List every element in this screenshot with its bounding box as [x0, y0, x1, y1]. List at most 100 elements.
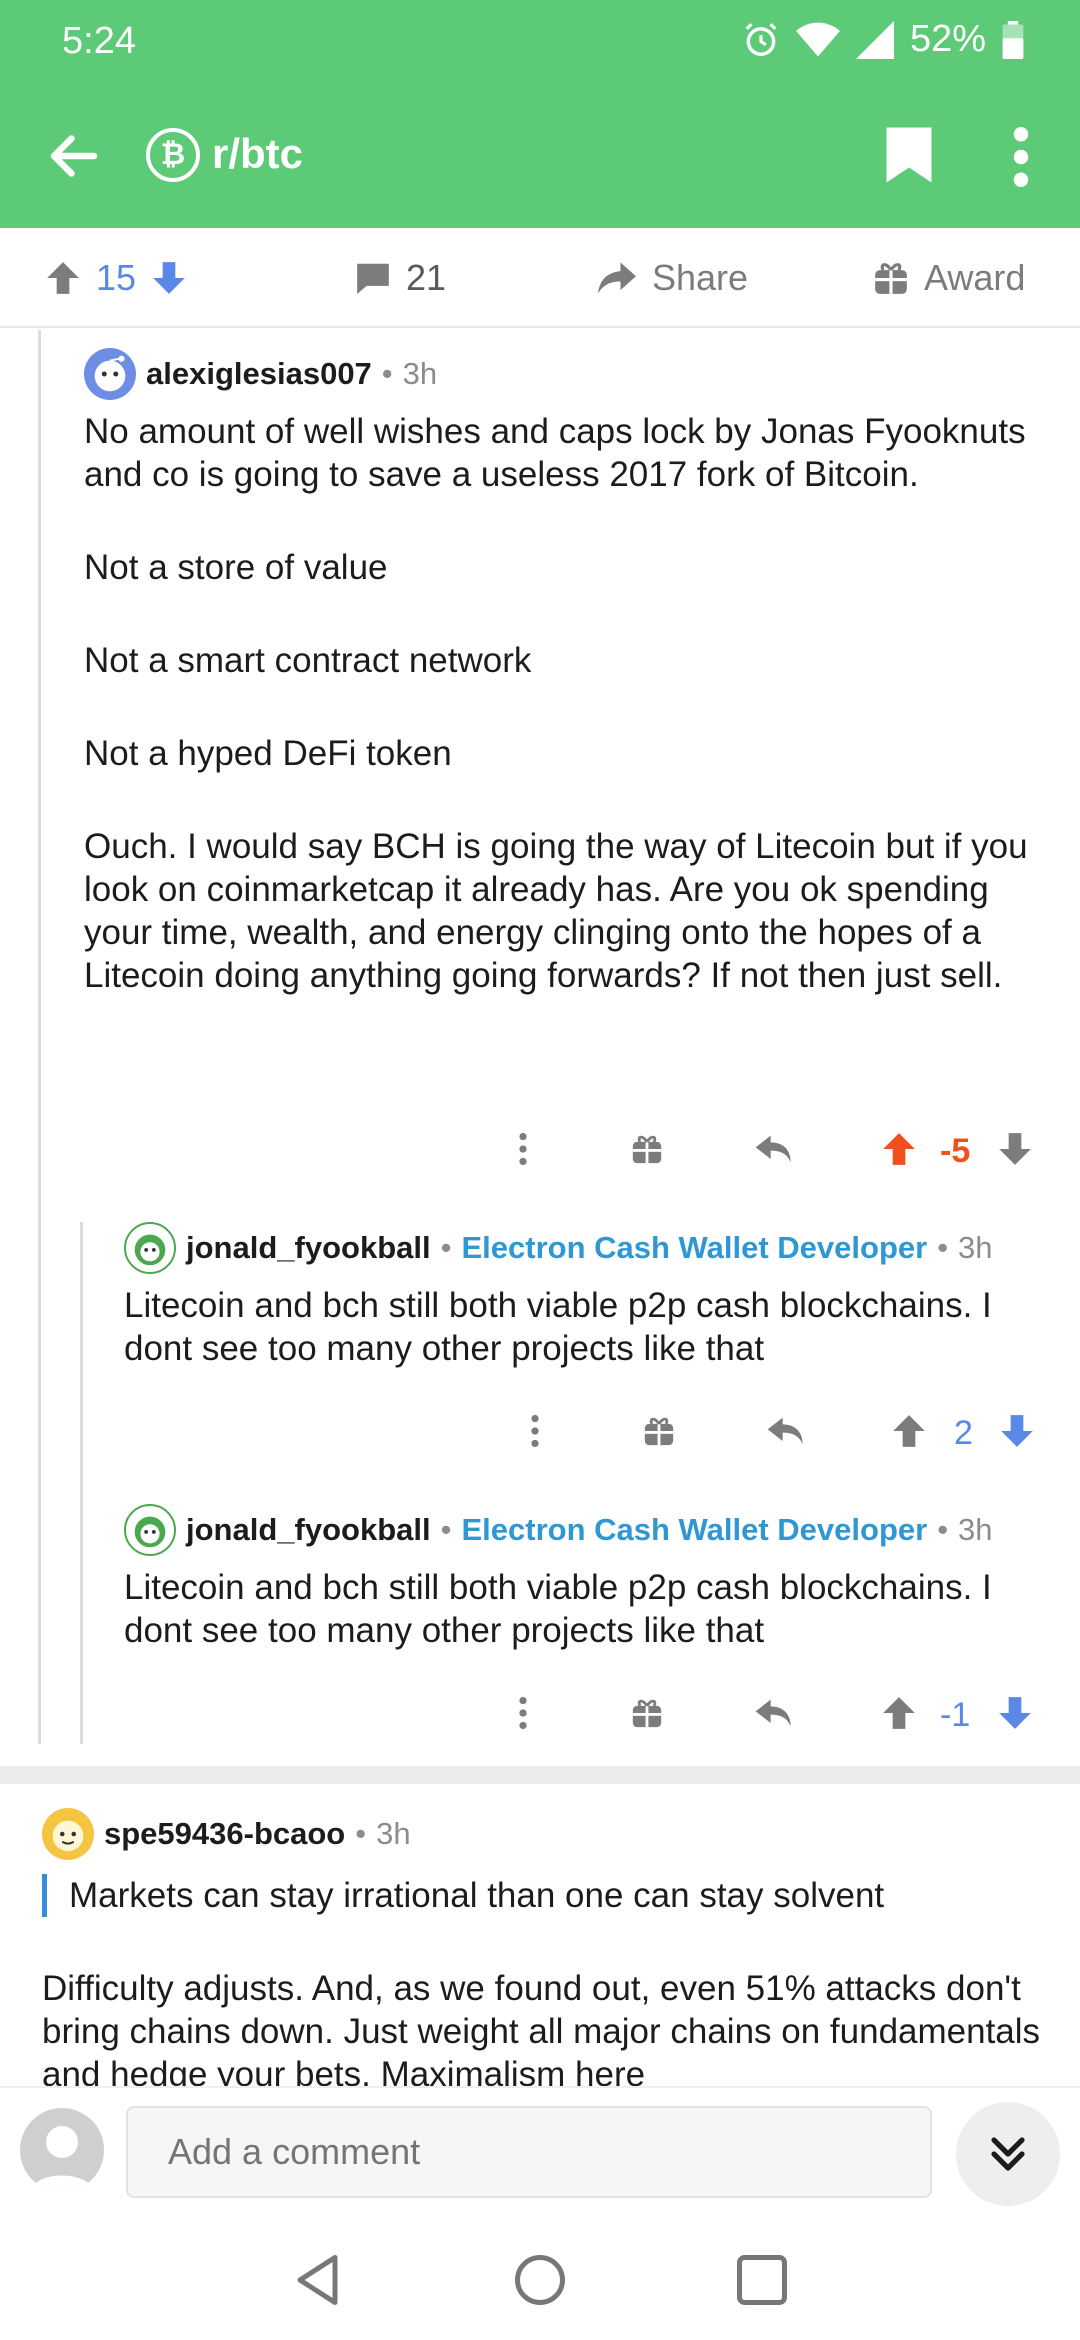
bookmark-icon[interactable]	[884, 124, 934, 186]
upvote-icon[interactable]	[44, 259, 82, 297]
alarm-icon	[745, 22, 777, 56]
nav-back-icon[interactable]	[290, 2250, 350, 2310]
comment-score: -5	[940, 1132, 971, 1170]
comment-username[interactable]: alexiglesias007	[146, 356, 372, 392]
share-label: Share	[652, 257, 749, 298]
user-silhouette-icon	[30, 2126, 94, 2192]
snoo-avatar-icon	[134, 1234, 166, 1266]
upvote-icon[interactable]	[880, 1130, 918, 1168]
post-action-bar: 15 21 Share Award	[0, 228, 1080, 328]
separator-dot: •	[355, 1816, 367, 1851]
comment-age: 3h	[958, 1230, 993, 1265]
upvote-icon[interactable]	[880, 1694, 918, 1732]
comment-body: Litecoin and bch still both viable p2p c…	[124, 1568, 992, 1650]
award-button[interactable]: Award	[872, 228, 1025, 328]
comment-icon	[357, 263, 389, 294]
back-arrow-icon[interactable]	[44, 126, 104, 186]
chevron-double-down-icon	[991, 2137, 1025, 2171]
avatar[interactable]	[124, 1504, 176, 1556]
comment-paragraph: Not a smart contract network	[84, 641, 532, 680]
comment-age: 3h	[376, 1816, 411, 1851]
comment-divider	[0, 1766, 1080, 1784]
user-flair: Electron Cash Wallet Developer	[461, 1512, 928, 1547]
reply-comment: jonald_fyookball • Electron Cash Wallet …	[124, 1222, 1054, 1370]
nav-home-icon[interactable]	[510, 2250, 570, 2310]
comment: alexiglesias007 • 3h No amount of well w…	[84, 348, 1044, 997]
thread-line[interactable]	[80, 1222, 83, 1744]
comment-body: No amount of well wishes and caps lock b…	[84, 410, 1044, 997]
avatar[interactable]	[42, 1808, 94, 1860]
status-bar: 5:24 52%	[0, 0, 1080, 80]
comment-paragraph: Not a hyped DeFi token	[84, 734, 452, 773]
comment-header: spe59436-bcaoo • 3h	[42, 1808, 1052, 1860]
upvote-icon[interactable]	[890, 1412, 928, 1450]
reply-icon[interactable]	[754, 1696, 794, 1730]
downvote-icon[interactable]	[998, 1412, 1036, 1450]
thread-line[interactable]	[38, 330, 41, 1744]
more-vertical-icon[interactable]	[1006, 126, 1036, 188]
more-vertical-icon[interactable]	[530, 1414, 540, 1448]
downvote-icon[interactable]	[996, 1130, 1034, 1168]
separator-dot: •	[937, 1230, 949, 1265]
user-avatar[interactable]	[20, 2108, 104, 2192]
comment-body: Difficulty adjusts. And, as we found out…	[42, 1969, 1041, 2086]
system-nav-bar	[0, 2220, 1080, 2340]
gift-icon[interactable]	[630, 1696, 664, 1730]
cell-signal-icon	[855, 20, 894, 59]
top-bar: 5:24 52% ₿ r/btc	[0, 0, 1080, 228]
gift-icon[interactable]	[642, 1414, 676, 1448]
post-score: 15	[96, 257, 137, 298]
comment-actions: -5	[500, 1124, 1040, 1174]
reply-icon[interactable]	[754, 1132, 794, 1166]
separator-dot: •	[440, 1512, 452, 1547]
separator-dot: •	[937, 1512, 949, 1547]
app-bar: ₿ r/btc	[0, 100, 1080, 210]
snoo-avatar-icon	[52, 1820, 84, 1852]
downvote-icon[interactable]	[150, 259, 188, 297]
comment-username[interactable]: jonald_fyookball	[186, 1512, 431, 1548]
downvote-icon[interactable]	[996, 1694, 1034, 1732]
snoo-avatar-icon	[134, 1516, 166, 1548]
status-time: 5:24	[62, 20, 136, 62]
comment-header: jonald_fyookball • Electron Cash Wallet …	[124, 1222, 1054, 1274]
comment-age: 3h	[958, 1512, 993, 1547]
collapse-comments-button[interactable]	[956, 2102, 1060, 2206]
wifi-icon	[795, 22, 840, 56]
comment-username[interactable]: spe59436-bcaoo	[104, 1816, 345, 1852]
gift-icon[interactable]	[630, 1132, 664, 1166]
subreddit-title[interactable]: r/btc	[212, 130, 303, 178]
separator-dot: •	[440, 1230, 452, 1265]
comment-paragraph: Ouch. I would say BCH is going the way o…	[84, 827, 1028, 995]
comments-count-button[interactable]: 21	[354, 228, 446, 328]
bitcoin-icon: ₿	[146, 128, 200, 182]
share-icon	[598, 262, 636, 294]
nav-recents-icon[interactable]	[732, 2250, 792, 2310]
post-vote-control: 15	[44, 228, 188, 328]
battery-percent: 52%	[909, 18, 986, 60]
comment-actions: 2	[510, 1406, 1050, 1456]
battery-icon	[1002, 20, 1024, 59]
comment-score: -1	[940, 1696, 971, 1734]
comment: spe59436-bcaoo • 3h Markets can stay irr…	[42, 1808, 1052, 2086]
more-vertical-icon[interactable]	[518, 1132, 528, 1166]
comment-header: jonald_fyookball • Electron Cash Wallet …	[124, 1504, 1054, 1556]
add-comment-input[interactable]	[126, 2106, 932, 2198]
comment-paragraph: Not a store of value	[84, 548, 388, 587]
comment-paragraph: No amount of well wishes and caps lock b…	[84, 412, 1026, 494]
comment-username[interactable]: jonald_fyookball	[186, 1230, 431, 1266]
gift-icon	[875, 263, 907, 294]
share-button[interactable]: Share	[596, 228, 748, 328]
more-vertical-icon[interactable]	[518, 1696, 528, 1730]
comment-quote: Markets can stay irrational than one can…	[42, 1874, 1052, 1917]
reply-comment: jonald_fyookball • Electron Cash Wallet …	[124, 1504, 1054, 1652]
snoo-avatar-icon	[94, 355, 126, 392]
user-flair: Electron Cash Wallet Developer	[461, 1230, 928, 1265]
avatar[interactable]	[124, 1222, 176, 1274]
award-label: Award	[924, 257, 1026, 298]
comment-header: alexiglesias007 • 3h	[84, 348, 1044, 400]
comments-count: 21	[406, 257, 447, 298]
comment-body: Litecoin and bch still both viable p2p c…	[124, 1286, 992, 1368]
reply-icon[interactable]	[766, 1414, 806, 1448]
avatar[interactable]	[84, 348, 136, 400]
separator-dot: •	[381, 356, 393, 391]
